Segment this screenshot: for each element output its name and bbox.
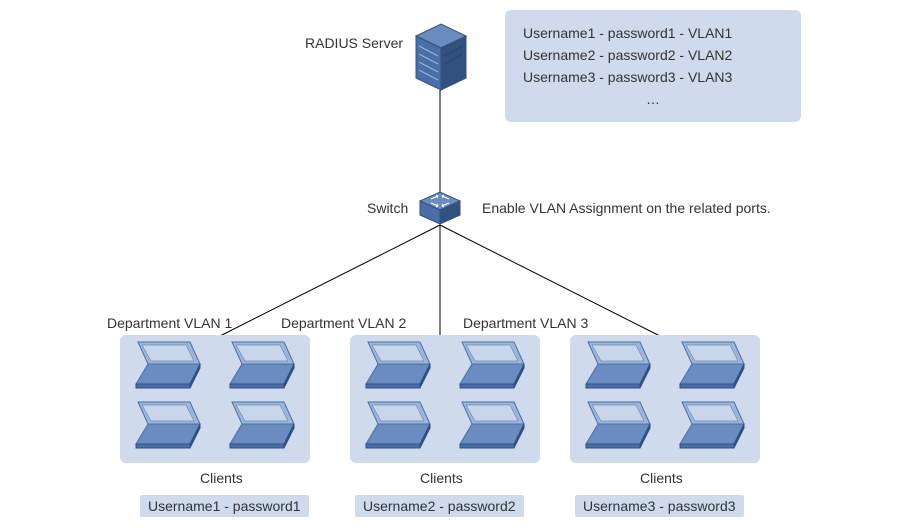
config-line-2: Username2 - password2 - VLAN2 (523, 44, 783, 66)
dept-1-label: Department VLAN 1 (107, 315, 232, 331)
config-line-3: Username3 - password3 - VLAN3 (523, 66, 783, 88)
config-ellipsis: … (523, 88, 783, 110)
laptop-icon (222, 340, 302, 390)
switch-label: Switch (367, 200, 408, 216)
laptop-icon (672, 340, 752, 390)
clients-3-label: Clients (640, 470, 683, 486)
credential-3: Username3 - password3 (575, 495, 744, 517)
switch-icon (418, 190, 462, 229)
laptop-icon (578, 340, 658, 390)
laptop-icon (128, 340, 208, 390)
laptop-icon (452, 340, 532, 390)
laptop-icon (222, 400, 302, 450)
laptop-icon (358, 340, 438, 390)
laptop-icon (672, 400, 752, 450)
laptop-icon (358, 400, 438, 450)
laptop-icon (128, 400, 208, 450)
radius-server-label: RADIUS Server (305, 35, 403, 51)
switch-note: Enable VLAN Assignment on the related po… (482, 200, 771, 216)
dept-2-label: Department VLAN 2 (281, 315, 406, 331)
diagram-canvas: Username1 - password1 - VLAN1 Username2 … (0, 0, 909, 532)
laptop-icon (452, 400, 532, 450)
radius-config-box: Username1 - password1 - VLAN1 Username2 … (505, 10, 801, 122)
credential-1: Username1 - password1 (140, 495, 309, 517)
server-icon (414, 20, 468, 95)
laptop-icon (578, 400, 658, 450)
credential-2: Username2 - password2 (355, 495, 524, 517)
config-line-1: Username1 - password1 - VLAN1 (523, 22, 783, 44)
clients-1-label: Clients (200, 470, 243, 486)
dept-3-label: Department VLAN 3 (463, 315, 588, 331)
clients-2-label: Clients (420, 470, 463, 486)
